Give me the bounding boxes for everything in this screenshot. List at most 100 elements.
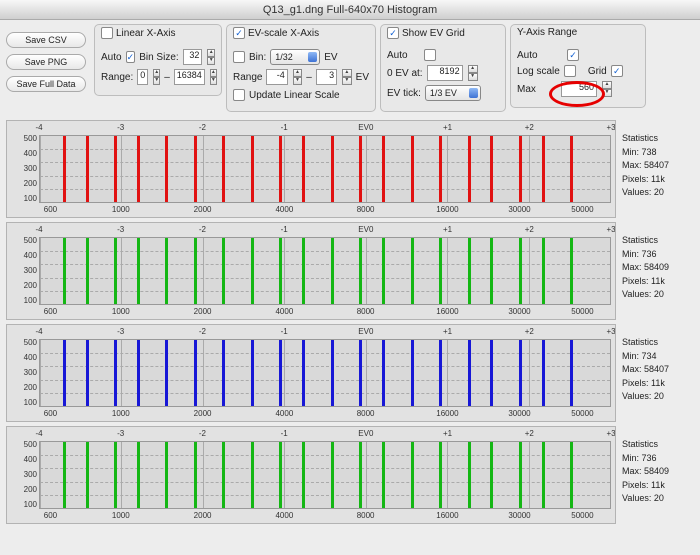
- histogram-bar: [222, 442, 225, 508]
- histogram-bar: [570, 136, 573, 202]
- bin-size-checkbox[interactable]: [126, 51, 136, 63]
- histogram-bar: [194, 238, 197, 304]
- group-ev-grid: Show EV Grid Auto 0 EV at: 8192 ▲▼ EV ti…: [380, 24, 506, 112]
- histogram-area: -4-3-2-1EV0+1+2+350040030020010060010002…: [0, 116, 700, 532]
- histogram-bar: [86, 340, 89, 406]
- ev-label: +2: [525, 123, 534, 132]
- histogram-bar: [490, 136, 493, 202]
- group-y-range: Y-Axis Range Auto Log scale Grid Max 560…: [510, 24, 646, 108]
- x-tick-label: 4000: [275, 511, 293, 520]
- ev-range-lo-field[interactable]: -4: [266, 69, 287, 85]
- histogram-bar: [194, 340, 197, 406]
- histogram-bar: [279, 442, 282, 508]
- ev-label: +2: [525, 225, 534, 234]
- ev-label: EV0: [358, 327, 373, 336]
- ev-bin-unit: EV: [324, 52, 337, 63]
- y-auto-label: Auto: [517, 50, 563, 61]
- save-png-button[interactable]: Save PNG: [6, 54, 86, 70]
- histogram-bar: [86, 238, 89, 304]
- histogram-row: -4-3-2-1EV0+1+2+350040030020010060010002…: [6, 222, 694, 320]
- evgrid-auto-checkbox[interactable]: [424, 49, 436, 61]
- ev-tick-label: EV tick:: [387, 88, 421, 99]
- zero-ev-label: 0 EV at:: [387, 68, 423, 79]
- range-hi-field[interactable]: 16384: [174, 69, 205, 85]
- ev-range-hi-field[interactable]: 3: [316, 69, 337, 85]
- ev-label: EV0: [358, 225, 373, 234]
- ev-tick-select[interactable]: 1/3 EV: [425, 85, 481, 101]
- zero-ev-field[interactable]: 8192: [427, 65, 463, 81]
- ev-bin-select[interactable]: 1/32: [270, 49, 320, 65]
- histogram-bar: [137, 340, 140, 406]
- ev-label: -2: [199, 327, 206, 336]
- y-grid-checkbox[interactable]: [611, 65, 623, 77]
- stat-min: Min: 734: [622, 350, 694, 364]
- x-tick-label: 2000: [194, 511, 212, 520]
- histogram-bar: [468, 442, 471, 508]
- save-csv-button[interactable]: Save CSV: [6, 32, 86, 48]
- range-hi-stepper[interactable]: ▲▼: [210, 69, 217, 85]
- y-auto-checkbox[interactable]: [567, 49, 579, 61]
- histogram-bar: [468, 136, 471, 202]
- ev-label: +2: [525, 429, 534, 438]
- x-tick-label: 30000: [508, 205, 530, 214]
- histogram-bar: [63, 136, 66, 202]
- window-title: Q13_g1.dng Full-640x70 Histogram: [0, 0, 700, 20]
- x-tick-label: 8000: [357, 511, 375, 520]
- ev-label: -4: [35, 123, 42, 132]
- y-tick-label: 300: [9, 267, 37, 275]
- ev-label: +1: [443, 327, 452, 336]
- bin-size-field[interactable]: 32: [183, 49, 203, 65]
- ev-bin-label: Bin:: [249, 52, 266, 63]
- histogram-bar: [251, 136, 254, 202]
- histogram-plot: -4-3-2-1EV0+1+2+350040030020010060010002…: [6, 324, 616, 422]
- histogram-bar: [279, 238, 282, 304]
- zero-ev-stepper[interactable]: ▲▼: [468, 65, 478, 81]
- y-log-checkbox[interactable]: [564, 65, 576, 77]
- range-lo-stepper[interactable]: ▲▼: [153, 69, 160, 85]
- y-max-stepper[interactable]: ▲▼: [602, 81, 612, 97]
- save-full-button[interactable]: Save Full Data: [6, 76, 86, 92]
- histogram-bar: [468, 340, 471, 406]
- y-tick-label: 400: [9, 150, 37, 158]
- histogram-bar: [570, 340, 573, 406]
- ev-label: -3: [117, 123, 124, 132]
- histogram-bar: [468, 238, 471, 304]
- ev-x-checkbox[interactable]: [233, 27, 245, 39]
- histogram-bar: [279, 136, 282, 202]
- histogram-bar: [382, 340, 385, 406]
- ev-range-hi-stepper[interactable]: ▲▼: [342, 69, 352, 85]
- histogram-row: -4-3-2-1EV0+1+2+350040030020010060010002…: [6, 324, 694, 422]
- auto-label: Auto: [101, 52, 122, 63]
- histogram-bar: [63, 340, 66, 406]
- ev-range-lo-stepper[interactable]: ▲▼: [293, 69, 303, 85]
- ev-label: +1: [443, 225, 452, 234]
- y-tick-label: 300: [9, 369, 37, 377]
- range-label: Range:: [101, 72, 133, 83]
- x-tick-label: 16000: [436, 205, 458, 214]
- y-tick-label: 400: [9, 252, 37, 260]
- stat-min: Min: 738: [622, 146, 694, 160]
- histogram-bar: [165, 442, 168, 508]
- linear-x-title: Linear X-Axis: [116, 28, 175, 39]
- ev-bin-checkbox[interactable]: [233, 51, 245, 63]
- histogram-plot: -4-3-2-1EV0+1+2+350040030020010060010002…: [6, 222, 616, 320]
- y-tick-label: 500: [9, 339, 37, 347]
- linear-x-checkbox[interactable]: [101, 27, 113, 39]
- bin-size-stepper[interactable]: ▲▼: [207, 49, 215, 65]
- update-linear-checkbox[interactable]: [233, 89, 245, 101]
- ev-label: +3: [606, 429, 615, 438]
- ev-label: +2: [525, 327, 534, 336]
- stat-max: Max: 58407: [622, 363, 694, 377]
- stat-pixels: Pixels: 11k: [622, 173, 694, 187]
- show-ev-grid-checkbox[interactable]: [387, 27, 399, 39]
- histogram-bar: [519, 238, 522, 304]
- statistics-block: StatisticsMin: 734Max: 58407Pixels: 11kV…: [622, 324, 694, 422]
- x-tick-label: 1000: [112, 511, 130, 520]
- histogram-bar: [542, 442, 545, 508]
- histogram-bar: [439, 136, 442, 202]
- histogram-bar: [114, 136, 117, 202]
- y-max-field[interactable]: 560: [561, 81, 597, 97]
- histogram-bar: [382, 136, 385, 202]
- range-lo-field[interactable]: 0: [137, 69, 148, 85]
- x-tick-label: 8000: [357, 409, 375, 418]
